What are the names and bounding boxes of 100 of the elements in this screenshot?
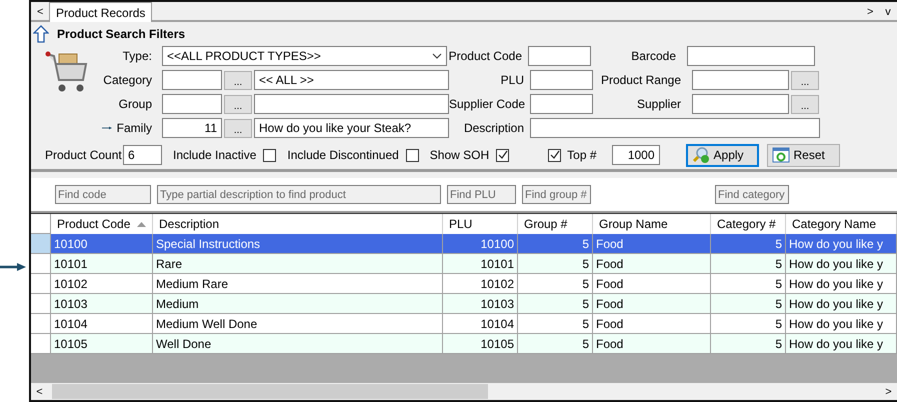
name-field[interactable] bbox=[254, 94, 449, 114]
field-label: Barcode bbox=[630, 49, 676, 63]
table-cell: 10103 bbox=[443, 294, 518, 314]
checkbox[interactable] bbox=[406, 148, 419, 162]
column-header: PLU bbox=[443, 214, 518, 234]
panel-title: Product Search Filters bbox=[57, 27, 186, 41]
table-cell: 10101 bbox=[443, 254, 518, 274]
table-cell: 10104 bbox=[443, 314, 518, 334]
field-label: Product Range bbox=[600, 73, 681, 87]
field-label: PLU bbox=[500, 73, 524, 87]
scroll-left-button[interactable]: < bbox=[31, 383, 48, 400]
field-label: Group bbox=[118, 97, 152, 111]
field-label: Product Count bbox=[45, 148, 121, 162]
table-cell: How do you like y bbox=[786, 314, 897, 334]
table-cell: How do you like y bbox=[786, 254, 897, 274]
table-cell: 10105 bbox=[51, 334, 153, 354]
find-field[interactable]: Find category bbox=[715, 185, 789, 204]
table-cell: Rare bbox=[153, 254, 443, 274]
table-cell: 5 bbox=[711, 274, 786, 294]
field-label: Family bbox=[116, 121, 152, 135]
table-cell: 10102 bbox=[443, 274, 518, 294]
table-cell: Well Done bbox=[153, 334, 443, 354]
table-cell: 5 bbox=[518, 274, 593, 294]
table-cell: 5 bbox=[711, 334, 786, 354]
column-header: Group Name bbox=[593, 214, 711, 234]
type-dropdown[interactable]: <<ALL PRODUCT TYPES>> bbox=[162, 46, 447, 66]
table-cell: 5 bbox=[518, 254, 593, 274]
table-cell: Food bbox=[593, 334, 711, 354]
column-header: Product Code bbox=[51, 214, 153, 234]
text-field[interactable] bbox=[530, 94, 593, 114]
text-field[interactable] bbox=[530, 70, 593, 90]
find-field[interactable]: Find PLU bbox=[447, 185, 516, 204]
checkbox-label: Show SOH bbox=[430, 148, 490, 162]
up-arrow-icon bbox=[33, 25, 49, 43]
browse-button[interactable]: ... bbox=[224, 70, 252, 90]
find-field[interactable]: Find group # bbox=[522, 185, 591, 204]
text-field[interactable] bbox=[528, 46, 591, 66]
count-field[interactable]: 6 bbox=[123, 145, 162, 165]
table-cell: How do you like y bbox=[786, 274, 897, 294]
scroll-left-button[interactable]: < bbox=[31, 2, 49, 22]
table-cell: Food bbox=[593, 314, 711, 334]
table-cell: Medium Rare bbox=[153, 274, 443, 294]
table-cell: Special Instructions bbox=[153, 234, 443, 254]
refresh-icon bbox=[772, 147, 790, 163]
checkbox[interactable] bbox=[496, 148, 510, 162]
field-label: Description bbox=[462, 121, 524, 135]
table-cell: How do you like y bbox=[786, 234, 897, 254]
apply-button[interactable]: Apply bbox=[686, 144, 759, 166]
table-cell: 5 bbox=[518, 334, 593, 354]
tab[interactable]: Product Records bbox=[49, 2, 152, 22]
table-cell: 10103 bbox=[51, 294, 153, 314]
column-header: Description bbox=[153, 214, 443, 234]
table-cell: 10101 bbox=[51, 254, 153, 274]
top-count-field[interactable]: 1000 bbox=[612, 145, 660, 165]
code-field[interactable] bbox=[162, 70, 222, 90]
field-label: Type: bbox=[122, 49, 152, 63]
checkbox[interactable] bbox=[263, 148, 276, 162]
code-field[interactable]: 11 bbox=[162, 118, 222, 138]
table-cell: Food bbox=[593, 294, 711, 314]
table-cell: 10104 bbox=[51, 314, 153, 334]
checkbox[interactable] bbox=[548, 148, 562, 162]
table-cell: Medium Well Done bbox=[153, 314, 443, 334]
find-field[interactable]: Type partial description to find product bbox=[157, 185, 441, 204]
table-cell: 10100 bbox=[443, 234, 518, 254]
code-field[interactable] bbox=[162, 94, 222, 114]
browse-button[interactable]: ... bbox=[224, 118, 252, 138]
text-field[interactable] bbox=[530, 118, 820, 138]
table-cell: Food bbox=[593, 254, 711, 274]
table-cell: 5 bbox=[711, 294, 786, 314]
name-field[interactable]: << ALL >> bbox=[254, 70, 449, 90]
table-cell: 10100 bbox=[51, 234, 153, 254]
text-field[interactable] bbox=[692, 94, 789, 114]
tab-control-button[interactable]: v bbox=[879, 2, 897, 22]
table-cell: How do you like y bbox=[786, 294, 897, 314]
table-cell: 5 bbox=[518, 314, 593, 334]
table-cell: Food bbox=[593, 274, 711, 294]
find-field[interactable]: Find code bbox=[55, 185, 151, 204]
field-label: Product Code bbox=[448, 49, 522, 63]
table-cell: How do you like y bbox=[786, 334, 897, 354]
table-cell: Medium bbox=[153, 294, 443, 314]
browse-button[interactable]: ... bbox=[791, 70, 819, 90]
browse-button[interactable]: ... bbox=[224, 94, 252, 114]
field-label: Supplier bbox=[636, 97, 681, 111]
name-field[interactable]: How do you like your Steak? bbox=[254, 118, 449, 138]
table-cell: Food bbox=[593, 234, 711, 254]
sort-arrow-icon bbox=[137, 222, 146, 226]
caret-icon bbox=[432, 53, 442, 59]
scrollbar-thumb[interactable] bbox=[52, 384, 488, 399]
tab-control-button[interactable]: > bbox=[861, 2, 879, 22]
table-cell: 5 bbox=[711, 254, 786, 274]
reset-button[interactable]: Reset bbox=[766, 144, 840, 166]
column-header: Group # bbox=[518, 214, 593, 234]
magnifier-icon bbox=[692, 146, 710, 164]
field-label: Category bbox=[102, 73, 152, 87]
browse-button[interactable]: ... bbox=[791, 94, 819, 114]
text-field[interactable] bbox=[687, 46, 815, 66]
scroll-right-button[interactable]: > bbox=[880, 383, 897, 400]
text-field[interactable] bbox=[692, 70, 789, 90]
table-cell: 5 bbox=[711, 314, 786, 334]
column-header: Category # bbox=[711, 214, 786, 234]
